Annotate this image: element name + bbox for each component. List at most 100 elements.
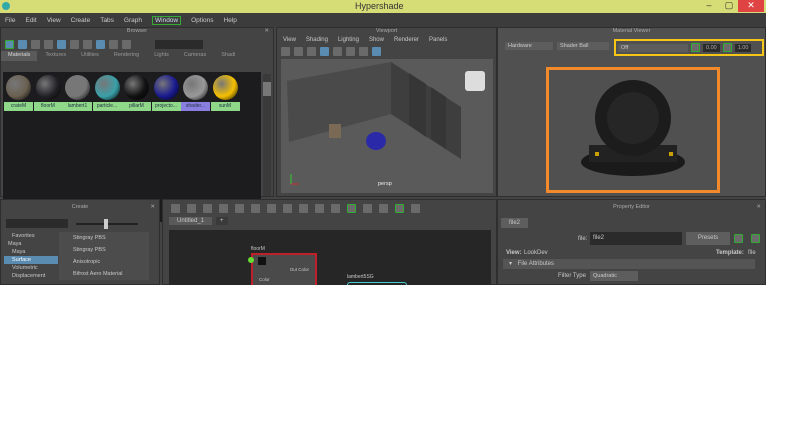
output-icon[interactable]: [203, 203, 212, 213]
size-slider[interactable]: [76, 219, 138, 229]
material-swatch[interactable]: particle...: [92, 73, 122, 111]
add-tab-button[interactable]: +: [216, 217, 228, 225]
tab-utilities[interactable]: Utilities: [74, 51, 106, 61]
close-button[interactable]: ✕: [738, 0, 764, 12]
shaded-icon[interactable]: [359, 47, 368, 56]
menu-tabs[interactable]: Tabs: [100, 17, 114, 24]
graph-icon[interactable]: [267, 203, 276, 213]
gamma-field[interactable]: 1.00: [734, 43, 752, 52]
texture-icon[interactable]: [83, 39, 92, 49]
tab-untitled[interactable]: Untitled_1: [169, 217, 213, 225]
menu-help[interactable]: Help: [224, 17, 237, 24]
vp-menu-renderer[interactable]: Renderer: [394, 37, 419, 46]
material-swatch[interactable]: projecto...: [151, 73, 181, 111]
light-icon[interactable]: [307, 47, 316, 56]
graph-icon[interactable]: [283, 203, 292, 213]
vp-menu-shading[interactable]: Shading: [306, 37, 328, 46]
material-swatch[interactable]: crateM: [4, 73, 33, 111]
menu-window[interactable]: Window: [152, 15, 182, 25]
file-name-input[interactable]: file2: [590, 232, 682, 245]
material-swatch[interactable]: lambert1: [63, 73, 92, 111]
texture-icon[interactable]: [372, 47, 381, 56]
pin-icon[interactable]: [379, 203, 388, 213]
vp-menu-view[interactable]: View: [283, 37, 296, 46]
list-item[interactable]: Stingray PBS: [59, 232, 149, 244]
grid-icon[interactable]: [363, 203, 372, 213]
minimize-button[interactable]: –: [698, 0, 720, 12]
material-swatch[interactable]: floorM: [33, 73, 63, 111]
presets-button[interactable]: Presets: [686, 232, 730, 245]
layout-icon[interactable]: [299, 203, 308, 213]
vp-menu-lighting[interactable]: Lighting: [338, 37, 359, 46]
wireframe-icon[interactable]: [346, 47, 355, 56]
refresh-icon[interactable]: [122, 39, 131, 49]
tab-textures[interactable]: Textures: [38, 51, 73, 61]
floorM-node[interactable]: Out Color Color: [251, 253, 317, 285]
camera-icon[interactable]: [281, 47, 290, 56]
tab-shading[interactable]: Shadi: [214, 51, 242, 61]
tree-maya[interactable]: Maya: [4, 248, 58, 256]
list-item[interactable]: Bifrost Aero Material: [59, 268, 149, 280]
material-swatch[interactable]: sunM: [210, 73, 240, 111]
input-icon[interactable]: [171, 203, 180, 213]
renderer-dropdown[interactable]: Hardware: [505, 42, 553, 50]
maximize-button[interactable]: ▢: [718, 0, 740, 12]
section-file-attributes[interactable]: ▾ File Attributes: [503, 259, 755, 269]
material-swatch[interactable]: pillarM: [122, 73, 151, 111]
frame-icon[interactable]: [219, 203, 228, 213]
tree-favorites[interactable]: Favorites: [4, 232, 58, 240]
layout-icon[interactable]: [315, 203, 324, 213]
browser-search-input[interactable]: [155, 39, 203, 49]
graph-icon[interactable]: [251, 203, 260, 213]
menu-graph[interactable]: Graph: [124, 17, 142, 24]
menu-view[interactable]: View: [47, 17, 61, 24]
exposure-field[interactable]: 0.00: [703, 43, 720, 52]
toggle-icon[interactable]: [395, 203, 404, 213]
environment-dropdown[interactable]: Off: [618, 43, 688, 52]
menu-file[interactable]: File: [5, 17, 15, 24]
menu-options[interactable]: Options: [191, 17, 213, 24]
vp-menu-show[interactable]: Show: [369, 37, 384, 46]
graph-icon[interactable]: [235, 203, 244, 213]
io-icon[interactable]: [187, 203, 196, 213]
tree-volumetric[interactable]: Volumetric: [4, 264, 58, 272]
list-item[interactable]: Stingray PBS: [59, 244, 149, 256]
material-swatch[interactable]: shader...: [181, 73, 210, 111]
grid-icon[interactable]: [320, 47, 329, 56]
shape-dropdown[interactable]: Shader Ball: [557, 42, 609, 50]
node-graph[interactable]: floorM Out Color Color lambert5SG: [169, 230, 491, 285]
close-icon[interactable]: ✕: [264, 28, 269, 34]
minus-icon[interactable]: [31, 39, 40, 49]
3d-scene[interactable]: persp: [281, 59, 493, 193]
focus-icon[interactable]: [734, 234, 743, 243]
filter-type-dropdown[interactable]: Quadratic: [590, 271, 638, 281]
copy-tab-icon[interactable]: [751, 234, 760, 243]
lambert5SG-node[interactable]: [347, 282, 407, 285]
node-tab-file2[interactable]: file2: [501, 218, 529, 228]
toggle-icon[interactable]: [5, 39, 14, 49]
tree-maya-favorites[interactable]: Maya: [4, 240, 58, 248]
tree-surface[interactable]: Surface: [4, 256, 58, 264]
close-icon[interactable]: ✕: [150, 200, 155, 214]
square-icon[interactable]: [44, 39, 53, 49]
tab-lights[interactable]: Lights: [147, 51, 176, 61]
close-icon[interactable]: ✕: [756, 200, 761, 214]
frame-icon[interactable]: [411, 203, 420, 213]
tab-rendering[interactable]: Rendering: [107, 51, 146, 61]
tab-materials[interactable]: Materials: [1, 51, 38, 61]
layout-icon[interactable]: [331, 203, 340, 213]
color-port[interactable]: Color: [259, 277, 270, 282]
tree-displacement[interactable]: Displacement: [4, 272, 58, 280]
scrollbar[interactable]: [263, 74, 271, 196]
film-icon[interactable]: [333, 47, 342, 56]
list-icon[interactable]: [109, 39, 118, 49]
list-item[interactable]: Anisotropic: [59, 256, 149, 268]
menu-edit[interactable]: Edit: [25, 17, 36, 24]
tile-icon[interactable]: [57, 39, 66, 49]
connector-dot[interactable]: [248, 257, 254, 263]
grid-icon[interactable]: [18, 39, 27, 49]
search-icon[interactable]: [347, 203, 356, 213]
sort-icon[interactable]: [96, 39, 105, 49]
view-icon[interactable]: [70, 39, 79, 49]
menu-create[interactable]: Create: [71, 17, 91, 24]
